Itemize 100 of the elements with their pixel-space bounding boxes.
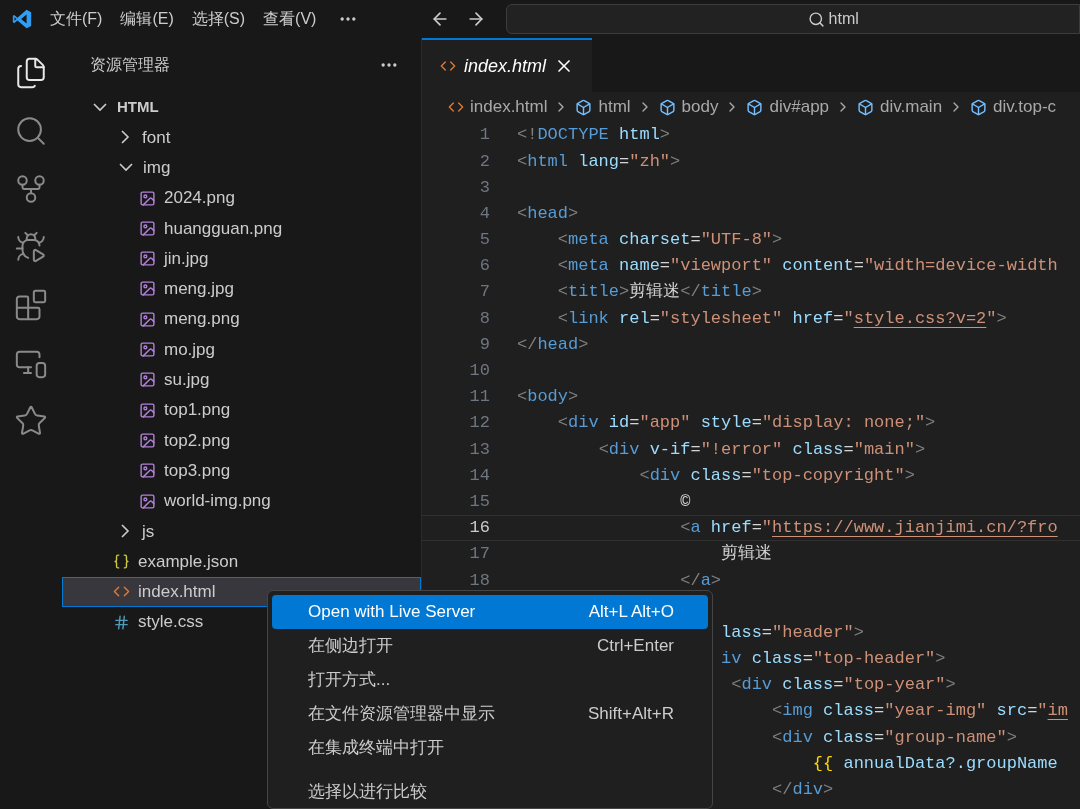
code-line: <link rel="stylesheet" href="style.css?v=2"> xyxy=(557,307,1007,330)
line-number: 4 xyxy=(479,203,490,223)
line-number: 15 xyxy=(469,491,490,511)
tree-item[interactable]: HTML xyxy=(62,92,421,123)
tree-item[interactable]: 2024.png xyxy=(62,182,421,214)
code-line: <head> xyxy=(517,202,579,225)
search-icon xyxy=(807,10,825,28)
tree-item[interactable]: top1.png xyxy=(62,394,421,426)
line-number: 12 xyxy=(469,413,490,433)
line-number: 3 xyxy=(479,177,490,197)
braces-icon xyxy=(113,553,130,571)
hash-icon xyxy=(113,613,130,631)
tree-item[interactable]: top2.png xyxy=(62,425,421,456)
menu-item[interactable]: 编辑(E) xyxy=(114,7,180,31)
menu-item[interactable]: Open with Live Server Alt+L Alt+O xyxy=(272,595,708,629)
menu-item[interactable]: 在侧边打开 Ctrl+Enter xyxy=(272,629,708,663)
tree-item[interactable]: mo.jpg xyxy=(62,334,421,365)
breadcrumb-item[interactable]: html xyxy=(598,94,631,120)
image-file-icon xyxy=(139,280,156,298)
code-line: <html lang="zh"> xyxy=(517,150,681,173)
code-line: <!DOCTYPE html> xyxy=(517,124,671,147)
image-file-icon xyxy=(139,219,156,237)
code-line: </a> xyxy=(680,569,722,592)
code-line: © xyxy=(680,490,691,513)
code-line: <div id="app" style="display: none;"> xyxy=(557,412,936,435)
code-line: <title>剪辑迷</title> xyxy=(557,281,762,304)
image-file-icon xyxy=(139,371,156,389)
menu-item[interactable]: 选择以进行比较 xyxy=(272,775,708,809)
image-file-icon xyxy=(139,189,156,207)
command-center-text: html xyxy=(828,9,859,29)
blocks-icon[interactable] xyxy=(14,288,48,322)
editor-logo-icon xyxy=(11,8,33,30)
menu-item[interactable]: 打开方式... xyxy=(272,663,708,697)
editor-tab[interactable]: index.html xyxy=(422,38,593,92)
menu-item[interactable]: 查看(V) xyxy=(257,7,323,31)
breadcrumb-item[interactable]: div#app xyxy=(769,94,830,120)
line-number: 18 xyxy=(469,570,490,590)
image-file-icon xyxy=(139,492,156,510)
bug-play-icon[interactable] xyxy=(14,230,48,264)
tree-item[interactable]: meng.jpg xyxy=(62,273,421,305)
image-file-icon xyxy=(139,401,156,419)
line-number: 11 xyxy=(469,387,490,407)
line-number: 9 xyxy=(479,334,490,354)
command-center[interactable]: html xyxy=(506,4,1080,34)
code-line: <meta charset="UTF-8"> xyxy=(557,229,783,252)
tree-item[interactable]: huangguan.png xyxy=(62,213,421,244)
image-file-icon xyxy=(139,431,156,449)
tree-item[interactable]: img xyxy=(62,152,421,183)
code-line: iv class="top-header"> xyxy=(721,648,946,671)
breadcrumb-item[interactable]: div.main xyxy=(880,94,943,120)
code-line: <body> xyxy=(517,386,579,409)
code-line: 剪辑迷 xyxy=(721,543,773,566)
code-line: </head> xyxy=(517,333,589,356)
image-file-icon xyxy=(139,250,156,268)
menu-item[interactable]: 文件(F) xyxy=(44,7,109,31)
line-number: 5 xyxy=(479,230,490,250)
line-number: 14 xyxy=(469,465,490,485)
breadcrumb-item[interactable]: body xyxy=(681,94,719,120)
tree-item[interactable]: example.json xyxy=(62,546,421,577)
code-line: <div class="top-copyright"> xyxy=(639,464,915,487)
cube-icon xyxy=(970,98,988,116)
line-number: 7 xyxy=(479,282,490,302)
code-line: <img class="year-img" src="im xyxy=(772,700,1068,723)
code-line: <a href="https://www.jianjimi.cn/?fro xyxy=(680,517,1058,540)
code-line: <meta name="viewport" content="width=device-width xyxy=(557,255,1058,278)
image-file-icon xyxy=(139,462,156,480)
menu-item[interactable]: 选择(S) xyxy=(185,7,252,31)
menu-item[interactable]: 在集成终端中打开 xyxy=(272,731,708,765)
code-line: <div class="top-year"> xyxy=(731,674,956,697)
line-number: 16 xyxy=(469,518,490,538)
line-number: 13 xyxy=(469,439,490,459)
breadcrumb-item[interactable]: index.html xyxy=(470,94,548,120)
breadcrumb-item[interactable]: div.top-c xyxy=(993,94,1057,120)
image-file-icon xyxy=(139,341,156,358)
code-icon xyxy=(440,58,456,74)
line-number: 6 xyxy=(479,256,490,276)
tree-item[interactable]: world-img.png xyxy=(62,485,421,517)
menu-item[interactable]: 在文件资源管理器中显示 Shift+Alt+R xyxy=(272,697,708,731)
tree-item[interactable]: su.jpg xyxy=(62,364,421,395)
cube-icon xyxy=(575,98,593,116)
tree-item[interactable]: js xyxy=(62,516,421,547)
branch-icon[interactable] xyxy=(14,172,48,206)
tree-item[interactable]: jin.jpg xyxy=(62,243,421,274)
line-number: 2 xyxy=(479,151,490,171)
code-line: {{ annualData?.groupName xyxy=(812,752,1058,775)
files-icon[interactable] xyxy=(14,56,48,90)
cube-icon xyxy=(746,98,764,116)
tree-item[interactable]: top3.png xyxy=(62,455,421,486)
code-icon xyxy=(448,99,464,115)
star-icon[interactable] xyxy=(14,404,48,438)
line-number: 10 xyxy=(469,361,490,381)
cube-icon xyxy=(658,98,676,116)
image-file-icon xyxy=(139,310,156,328)
sidebar-title: 资源管理器 xyxy=(90,55,170,75)
line-number: 1 xyxy=(479,125,490,145)
line-number: 17 xyxy=(469,544,490,564)
tree-item[interactable]: font xyxy=(62,122,421,153)
tree-item[interactable]: meng.png xyxy=(62,304,421,335)
code-line: <div class="group-name"> xyxy=(772,726,1017,749)
search-icon[interactable] xyxy=(14,114,48,148)
